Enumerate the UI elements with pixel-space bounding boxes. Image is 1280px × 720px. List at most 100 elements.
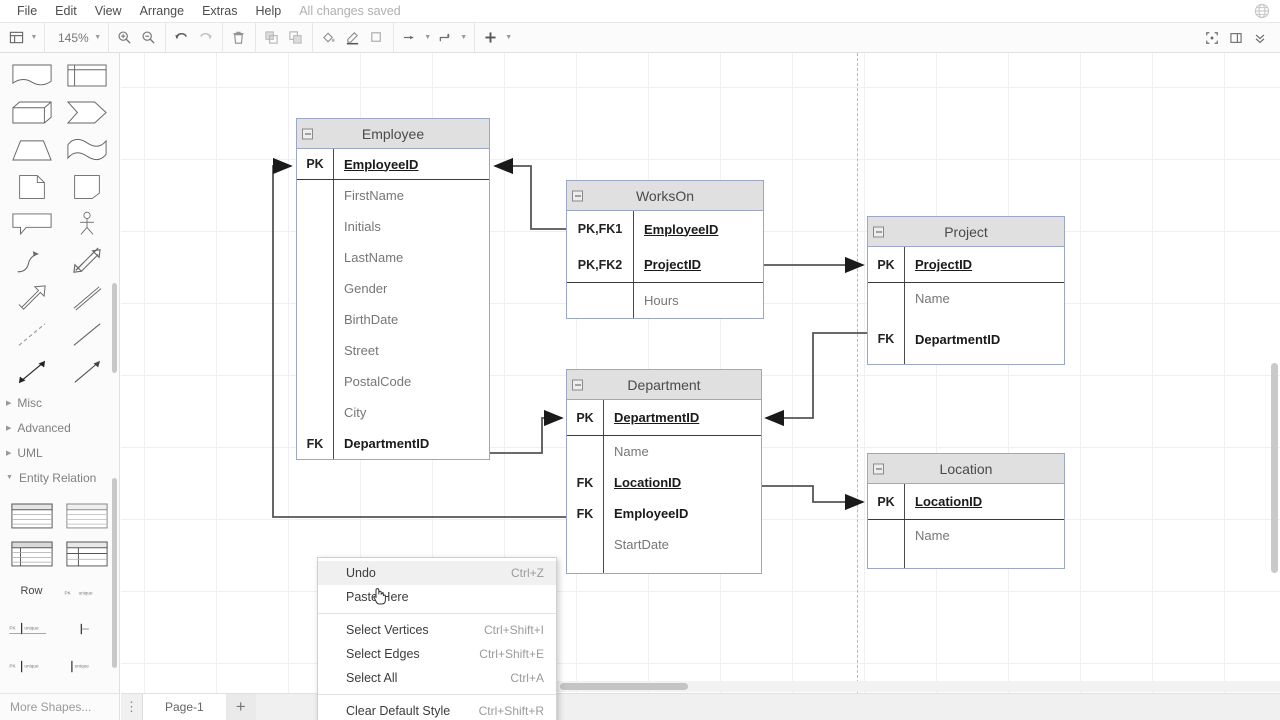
sidebar-scrollbar-lower[interactable] (112, 478, 117, 668)
er-shape-table1-icon[interactable] (4, 496, 59, 534)
table-row[interactable]: BirthDate (297, 304, 489, 335)
shapes-sidebar[interactable]: ▶ Misc ▶ Advanced ▶ UML ▼ Entity Relatio… (0, 53, 120, 693)
sidebar-section-entity-relation[interactable]: ▼ Entity Relation (0, 465, 119, 490)
entity-project[interactable]: Project PK ProjectID Name FK DepartmentI… (867, 216, 1065, 365)
shape-tape-icon[interactable] (59, 131, 114, 168)
shape-cube-icon[interactable] (4, 94, 59, 131)
shape-actor-icon[interactable] (59, 205, 114, 242)
collapse-icon[interactable] (873, 463, 884, 474)
table-row[interactable]: PK,FK1 EmployeeID (567, 211, 763, 247)
page-tab-page-1[interactable]: Page-1 (143, 693, 226, 720)
table-row[interactable]: Initials (297, 211, 489, 242)
table-row[interactable]: Name (868, 520, 1064, 568)
shape-bidirectional-arrow-icon[interactable] (4, 353, 59, 390)
shape-line-icon[interactable] (59, 316, 114, 353)
er-shape-pk-unique-icon[interactable]: PK unique (59, 572, 114, 610)
table-row[interactable]: PK,FK2 ProjectID (567, 247, 763, 283)
table-row[interactable]: FirstName (297, 180, 489, 211)
table-row[interactable]: StartDate (567, 529, 761, 573)
entity-department[interactable]: Department PK DepartmentID Name FK Locat… (566, 369, 762, 574)
menu-view[interactable]: View (86, 2, 131, 20)
fullscreen-icon[interactable] (1200, 26, 1224, 50)
er-shape-table-split-icon[interactable] (59, 534, 114, 572)
shape-trapezoid-icon[interactable] (4, 131, 59, 168)
er-shape-table-keys-icon[interactable] (4, 534, 59, 572)
sidebar-section-uml[interactable]: ▶ UML (0, 440, 119, 465)
er-shape-divider-icon[interactable] (59, 610, 114, 648)
table-row[interactable]: Hours (567, 283, 763, 318)
shape-callout-icon[interactable] (4, 205, 59, 242)
table-row[interactable]: FK EmployeeID (567, 498, 761, 529)
zoom-level-label[interactable]: 145% (49, 31, 92, 45)
connection-arrow-icon[interactable] (398, 26, 422, 50)
table-row[interactable]: FK DepartmentID (868, 314, 1064, 364)
shape-arrow-pentagon-icon[interactable] (59, 94, 114, 131)
context-menu-item-select-all[interactable]: Select All Ctrl+A (318, 666, 556, 690)
context-menu-item-undo[interactable]: Undo Ctrl+Z (318, 561, 556, 585)
table-row[interactable]: LastName (297, 242, 489, 273)
table-row[interactable]: Name (868, 283, 1064, 314)
context-menu[interactable]: Undo Ctrl+Z Paste Here Select Vertices C… (317, 557, 557, 720)
kebab-menu-icon[interactable]: ⋮ (121, 693, 143, 720)
table-row[interactable]: PK DepartmentID (567, 400, 761, 436)
er-shape-table2-icon[interactable] (59, 496, 114, 534)
shape-internal-storage-icon[interactable] (59, 57, 114, 94)
collapse-icon[interactable] (572, 190, 583, 201)
line-color-icon[interactable] (341, 26, 365, 50)
zoom-in-icon[interactable] (113, 26, 137, 50)
redo-icon[interactable] (194, 26, 218, 50)
menu-edit[interactable]: Edit (46, 2, 86, 20)
shape-curved-arrow-icon[interactable] (4, 242, 59, 279)
shape-note-icon[interactable] (4, 168, 59, 205)
shadow-icon[interactable] (365, 26, 389, 50)
plus-icon[interactable] (479, 26, 503, 50)
shape-card-icon[interactable] (59, 168, 114, 205)
shape-single-arrow-icon[interactable] (59, 353, 114, 390)
shape-parallel-lines-icon[interactable] (59, 279, 114, 316)
table-row[interactable]: PK ProjectID (868, 247, 1064, 283)
fill-color-icon[interactable] (317, 26, 341, 50)
menu-extras[interactable]: Extras (193, 2, 246, 20)
shape-document-icon[interactable] (4, 57, 59, 94)
collapse-icon[interactable] (873, 226, 884, 237)
entity-workson[interactable]: WorksOn PK,FK1 EmployeeID PK,FK2 Project… (566, 180, 764, 319)
context-menu-item-select-edges[interactable]: Select Edges Ctrl+Shift+E (318, 642, 556, 666)
sidebar-section-misc[interactable]: ▶ Misc (0, 390, 119, 415)
waypoint-dropdown-caret[interactable]: ▼ (458, 26, 470, 50)
table-row[interactable]: Street (297, 335, 489, 366)
waypoint-icon[interactable] (434, 26, 458, 50)
entity-location[interactable]: Location PK LocationID Name (867, 453, 1065, 569)
send-to-back-icon[interactable] (284, 26, 308, 50)
table-row[interactable]: PostalCode (297, 366, 489, 397)
diagram-canvas[interactable]: Employee PK EmployeeID FirstName Initial… (121, 53, 1280, 693)
sidebar-scrollbar-upper[interactable] (112, 283, 117, 373)
zoom-out-icon[interactable] (137, 26, 161, 50)
menu-help[interactable]: Help (247, 2, 291, 20)
table-row[interactable]: Gender (297, 273, 489, 304)
table-row[interactable]: PK EmployeeID (297, 149, 489, 180)
bring-to-front-icon[interactable] (260, 26, 284, 50)
collapse-icon[interactable] (572, 379, 583, 390)
menu-file[interactable]: File (8, 2, 46, 20)
add-page-button[interactable]: + (225, 693, 256, 720)
layout-dropdown-caret[interactable]: ▼ (28, 26, 40, 50)
insert-dropdown-caret[interactable]: ▼ (503, 26, 515, 50)
table-row[interactable]: Name (567, 436, 761, 467)
horizontal-scrollbar-thumb[interactable] (560, 683, 688, 690)
context-menu-item-paste-here[interactable]: Paste Here (318, 585, 556, 609)
table-row[interactable]: City (297, 397, 489, 428)
er-shape-pk-underline-icon[interactable]: PK unique (4, 610, 59, 648)
shape-dashed-line-icon[interactable] (4, 316, 59, 353)
shape-block-arrow-icon[interactable] (4, 279, 59, 316)
entity-employee[interactable]: Employee PK EmployeeID FirstName Initial… (296, 118, 490, 460)
trash-icon[interactable] (227, 26, 251, 50)
zoom-dropdown-caret[interactable]: ▼ (92, 26, 104, 50)
table-row[interactable]: FK DepartmentID (297, 428, 489, 459)
connection-dropdown-caret[interactable]: ▼ (422, 26, 434, 50)
menu-arrange[interactable]: Arrange (131, 2, 193, 20)
context-menu-item-clear-default-style[interactable]: Clear Default Style Ctrl+Shift+R (318, 699, 556, 720)
canvas-vertical-scrollbar[interactable] (1271, 363, 1278, 573)
context-menu-item-select-vertices[interactable]: Select Vertices Ctrl+Shift+I (318, 618, 556, 642)
more-shapes-button[interactable]: More Shapes... (0, 693, 120, 720)
table-row[interactable]: PK LocationID (868, 484, 1064, 520)
